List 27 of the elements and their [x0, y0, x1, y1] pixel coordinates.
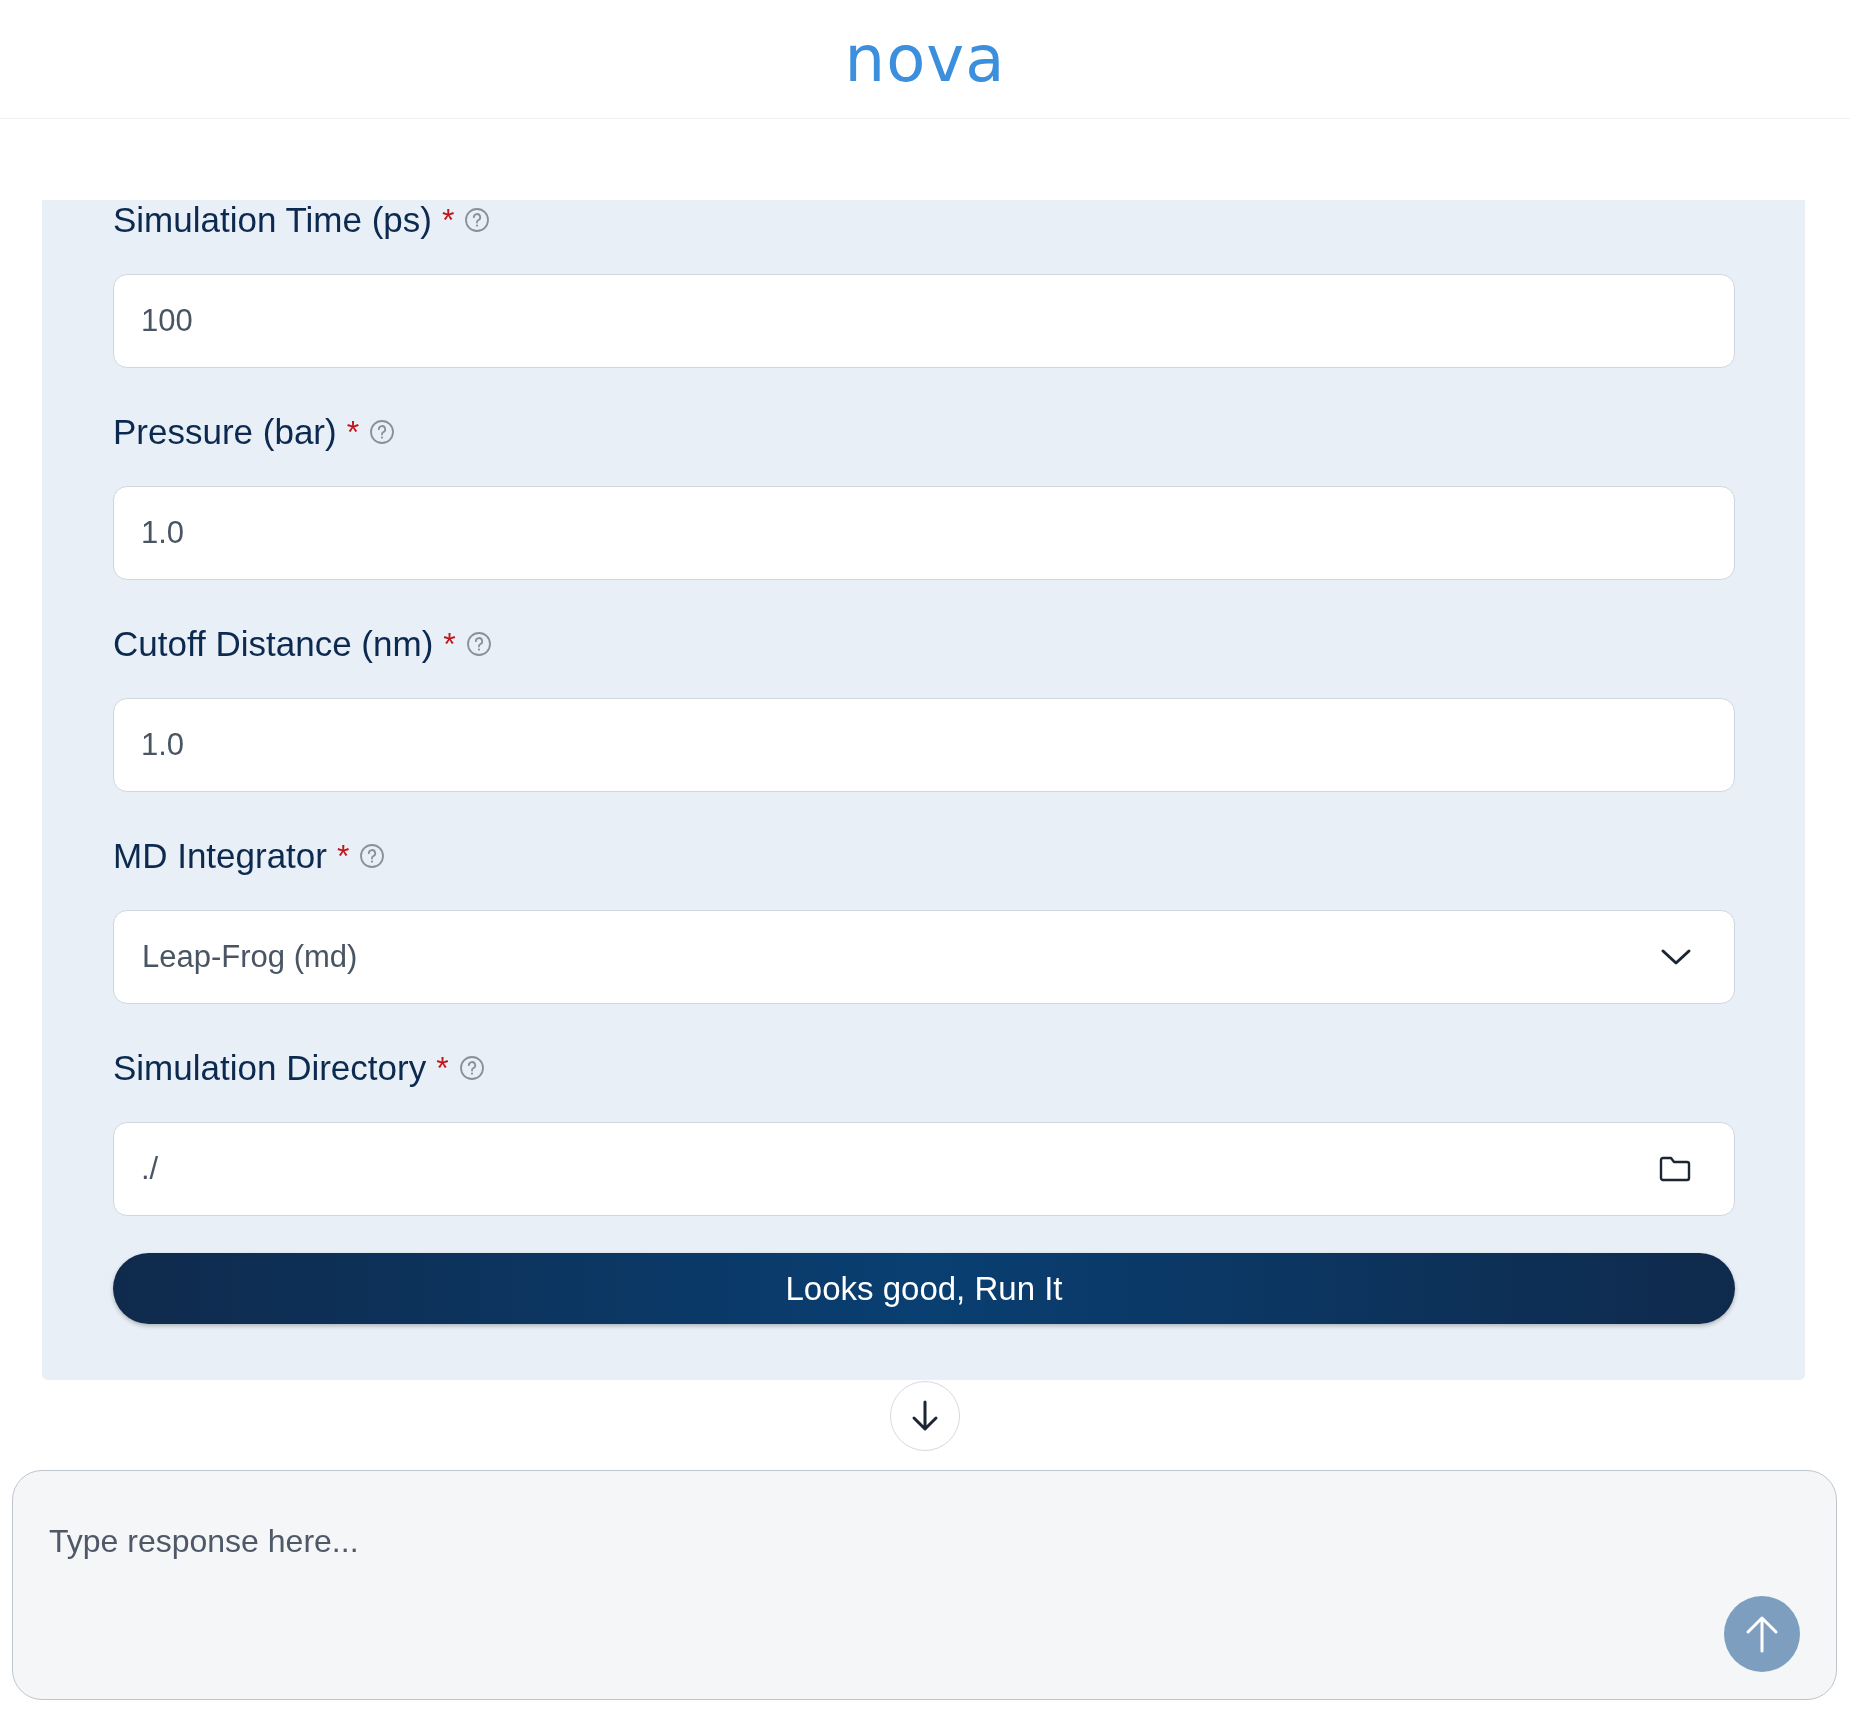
- input-field[interactable]: 1.0: [113, 486, 1735, 580]
- chevron-down-icon: [1660, 947, 1692, 967]
- arrow-up-icon: [1744, 1614, 1780, 1654]
- field-label: Cutoff Distance (nm): [113, 624, 434, 664]
- input-field[interactable]: ./: [113, 1122, 1735, 1216]
- required-mark: *: [443, 625, 456, 663]
- help-icon[interactable]: [464, 207, 491, 233]
- help-icon[interactable]: [465, 631, 492, 657]
- help-icon[interactable]: [458, 1055, 485, 1081]
- folder-icon[interactable]: [1658, 1155, 1692, 1183]
- help-icon[interactable]: [359, 843, 386, 869]
- field-label: Simulation Time (ps): [113, 200, 432, 240]
- help-icon[interactable]: [369, 419, 396, 445]
- field-label: Simulation Directory: [113, 1048, 427, 1088]
- required-mark: *: [346, 413, 360, 451]
- logo: nova: [844, 27, 1006, 91]
- required-mark: *: [436, 1049, 449, 1087]
- input-field[interactable]: 1.0: [113, 698, 1735, 792]
- run-button[interactable]: Looks good, Run It: [113, 1253, 1735, 1324]
- field-label: Pressure (bar): [113, 412, 337, 452]
- composer-box[interactable]: Type response here...: [12, 1470, 1837, 1700]
- required-mark: *: [336, 837, 350, 875]
- field-label: MD Integrator: [113, 836, 327, 876]
- select-field[interactable]: Leap-Frog (md): [113, 910, 1735, 1004]
- required-mark: *: [442, 201, 455, 239]
- response-field[interactable]: Type response here...: [13, 1471, 1836, 1601]
- input-field[interactable]: 100: [113, 274, 1735, 368]
